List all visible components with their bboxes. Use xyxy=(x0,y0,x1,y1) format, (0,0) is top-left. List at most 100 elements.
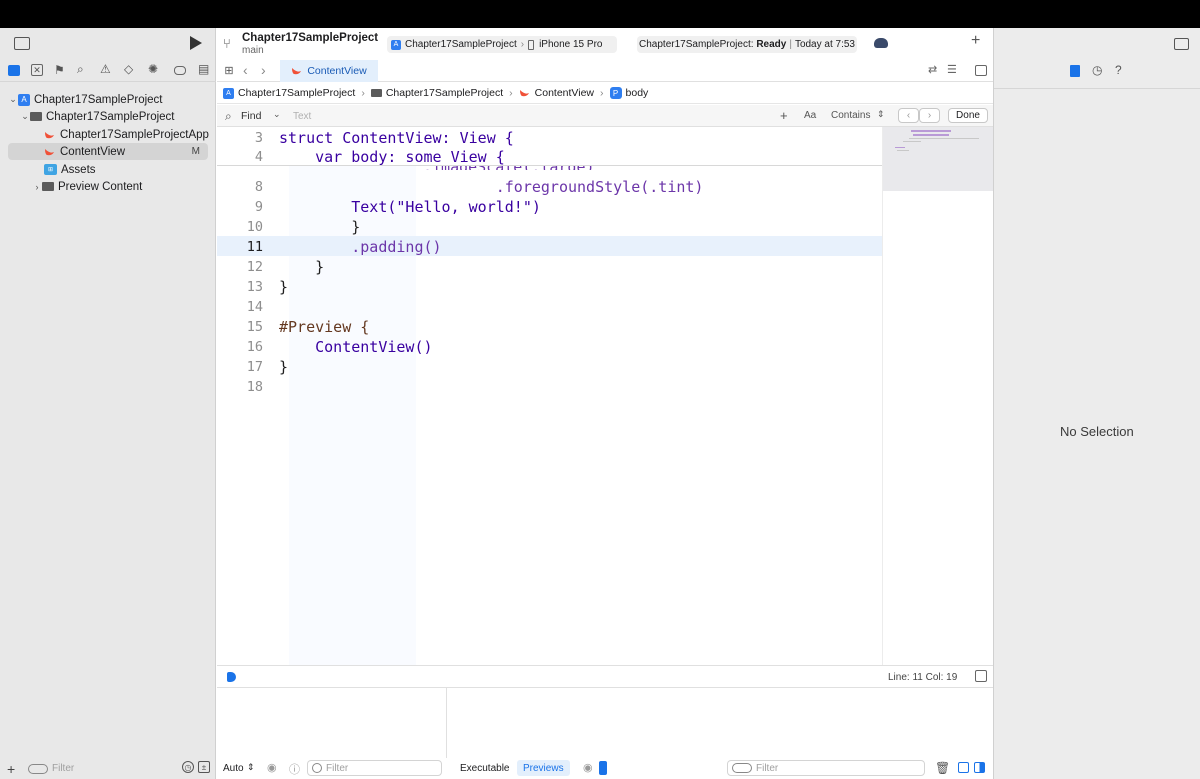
minimap[interactable] xyxy=(882,127,993,665)
line-number: 14 xyxy=(246,299,263,315)
chevron-right-icon: › xyxy=(509,87,513,99)
find-mode-selector[interactable]: Find xyxy=(241,110,261,122)
bookmark-icon[interactable]: ⚑ xyxy=(54,63,65,77)
chevron-right-icon: › xyxy=(600,87,604,99)
tree-item-assets[interactable]: ⊞ Assets xyxy=(0,161,216,178)
scheme-selector[interactable]: A Chapter17SampleProject › iPhone 15 Pro xyxy=(387,36,617,53)
previews-tab[interactable]: Previews xyxy=(517,760,570,776)
navigator-tabs: ✕ ⚑ ⌕ ⚠ ◇ ✺ ▤ xyxy=(0,60,216,82)
trash-icon[interactable]: 🗑 xyxy=(935,761,950,775)
done-button[interactable]: Done xyxy=(948,108,988,123)
minimap-line xyxy=(897,150,909,151)
minimap-viewport[interactable] xyxy=(883,127,993,191)
executable-tab[interactable]: Executable xyxy=(460,763,509,774)
debug-area-toggle-icon[interactable] xyxy=(975,670,987,682)
source-control-icon[interactable]: ✕ xyxy=(31,64,43,76)
swift-file-icon xyxy=(45,148,54,155)
editor-options-icon[interactable]: ☰ xyxy=(947,63,957,76)
status-time: Today at 7:53 xyxy=(794,39,855,50)
chevron-right-icon[interactable]: › xyxy=(32,182,42,192)
code-line: 18 xyxy=(217,377,882,397)
folder-tab-icon[interactable] xyxy=(8,65,20,76)
code-text: var body: some View { xyxy=(279,147,505,166)
code-text: } xyxy=(279,358,289,376)
tree-item-preview-content[interactable]: › Preview Content xyxy=(0,178,216,195)
cloud-icon[interactable] xyxy=(874,38,888,48)
tree-item-contentview[interactable]: ContentView M xyxy=(8,143,208,160)
match-mode-selector[interactable]: Contains xyxy=(831,110,870,121)
navigator-filter-input[interactable]: Filter xyxy=(24,761,174,776)
filter-icon xyxy=(732,763,752,773)
chevron-down-icon[interactable]: ⌄ xyxy=(20,111,30,122)
auto-selector[interactable]: Auto xyxy=(223,763,244,774)
chevron-down-icon[interactable]: ⌄ xyxy=(273,109,281,120)
chevron-down-icon[interactable]: ⌄ xyxy=(8,94,18,105)
report-icon[interactable]: ▤ xyxy=(198,62,209,76)
editor-status-bar: Line: 11 Col: 19 xyxy=(217,665,993,687)
inspector-toggle-icon[interactable] xyxy=(1174,38,1189,50)
chevron-updown-icon[interactable]: ⇕ xyxy=(247,762,255,773)
breadcrumb-project[interactable]: Chapter17SampleProject xyxy=(238,87,355,99)
variables-view[interactable] xyxy=(217,688,447,758)
tree-item-app-file[interactable]: Chapter17SampleProjectApp xyxy=(0,126,216,143)
filter-icon xyxy=(28,763,48,774)
run-icon[interactable] xyxy=(190,36,202,50)
eye-icon[interactable]: ◉ xyxy=(583,761,593,774)
breadcrumb-file[interactable]: ContentView xyxy=(535,87,594,99)
eye-icon[interactable]: ◉ xyxy=(267,761,277,774)
code-line: 10 } xyxy=(217,217,882,237)
tree-item-label: Chapter17SampleProjectApp xyxy=(60,128,209,141)
history-icon[interactable]: ◷ xyxy=(1092,63,1102,77)
show-console-icon[interactable] xyxy=(974,762,985,773)
line-number: 17 xyxy=(246,359,263,375)
grid-icon[interactable]: ⊞ xyxy=(223,64,235,77)
split-editor-icon[interactable] xyxy=(975,65,987,76)
find-icon[interactable]: ⌕ xyxy=(77,62,84,77)
breadcrumb-group[interactable]: Chapter17SampleProject xyxy=(386,87,503,99)
file-inspector-icon[interactable] xyxy=(1070,65,1080,77)
minimap-line xyxy=(913,134,949,136)
help-icon[interactable]: ? xyxy=(1115,63,1122,77)
code-text: .padding() xyxy=(279,238,442,256)
source-control-filter-icon[interactable]: ± xyxy=(198,761,210,773)
tree-item-group[interactable]: ⌄ Chapter17SampleProject xyxy=(0,108,216,125)
console-view[interactable] xyxy=(448,688,993,758)
console-filter-input[interactable]: Filter xyxy=(727,760,925,776)
find-input[interactable]: Text xyxy=(293,111,311,122)
info-icon[interactable]: ⓘ xyxy=(289,761,300,777)
add-icon[interactable]: + xyxy=(7,761,15,777)
next-match-button[interactable]: › xyxy=(919,108,940,123)
breakpoint-icon[interactable] xyxy=(174,66,186,75)
chevron-updown-icon[interactable]: ⇕ xyxy=(877,109,885,120)
code-lines: 8 .foregroundStyle(.tint) 9 Text("Hello,… xyxy=(217,177,882,397)
recent-files-icon[interactable]: ◷ xyxy=(182,761,194,773)
swift-file-icon xyxy=(519,90,529,97)
variables-filter-input[interactable]: Filter xyxy=(307,760,442,776)
folder-icon xyxy=(370,89,382,97)
test-icon[interactable]: ◇ xyxy=(124,62,133,76)
code-text: } xyxy=(279,278,289,296)
sidebar-toggle-icon[interactable] xyxy=(14,37,30,50)
add-pattern-icon[interactable]: + xyxy=(780,108,788,123)
tree-item-project[interactable]: ⌄ A Chapter17SampleProject xyxy=(0,91,216,108)
forward-icon[interactable]: › xyxy=(261,62,266,78)
previous-match-button[interactable]: ‹ xyxy=(898,108,919,123)
match-case-button[interactable]: Aa xyxy=(804,110,816,121)
swap-icon[interactable]: ⇄ xyxy=(928,63,937,76)
library-add-icon[interactable]: + xyxy=(971,32,980,50)
breakpoints-toggle-icon[interactable] xyxy=(227,672,236,682)
activity-status: Chapter17SampleProject: Ready | Today at… xyxy=(637,36,857,53)
tab-contentview[interactable]: ContentView xyxy=(280,60,378,82)
back-icon[interactable]: ‹ xyxy=(243,62,248,78)
chevron-right-icon: › xyxy=(361,87,365,99)
navigator-toolbar xyxy=(0,28,216,58)
chevron-right-icon: › xyxy=(520,39,525,50)
debug-icon[interactable]: ✺ xyxy=(148,62,158,76)
branch-name[interactable]: main xyxy=(242,45,264,56)
inspector-divider xyxy=(994,88,1200,89)
preview-device-icon[interactable] xyxy=(599,761,607,775)
issue-icon[interactable]: ⚠ xyxy=(100,62,111,76)
code-line: 12 } xyxy=(217,257,882,277)
show-variables-icon[interactable] xyxy=(958,762,969,773)
breadcrumb-symbol[interactable]: body xyxy=(626,87,649,99)
